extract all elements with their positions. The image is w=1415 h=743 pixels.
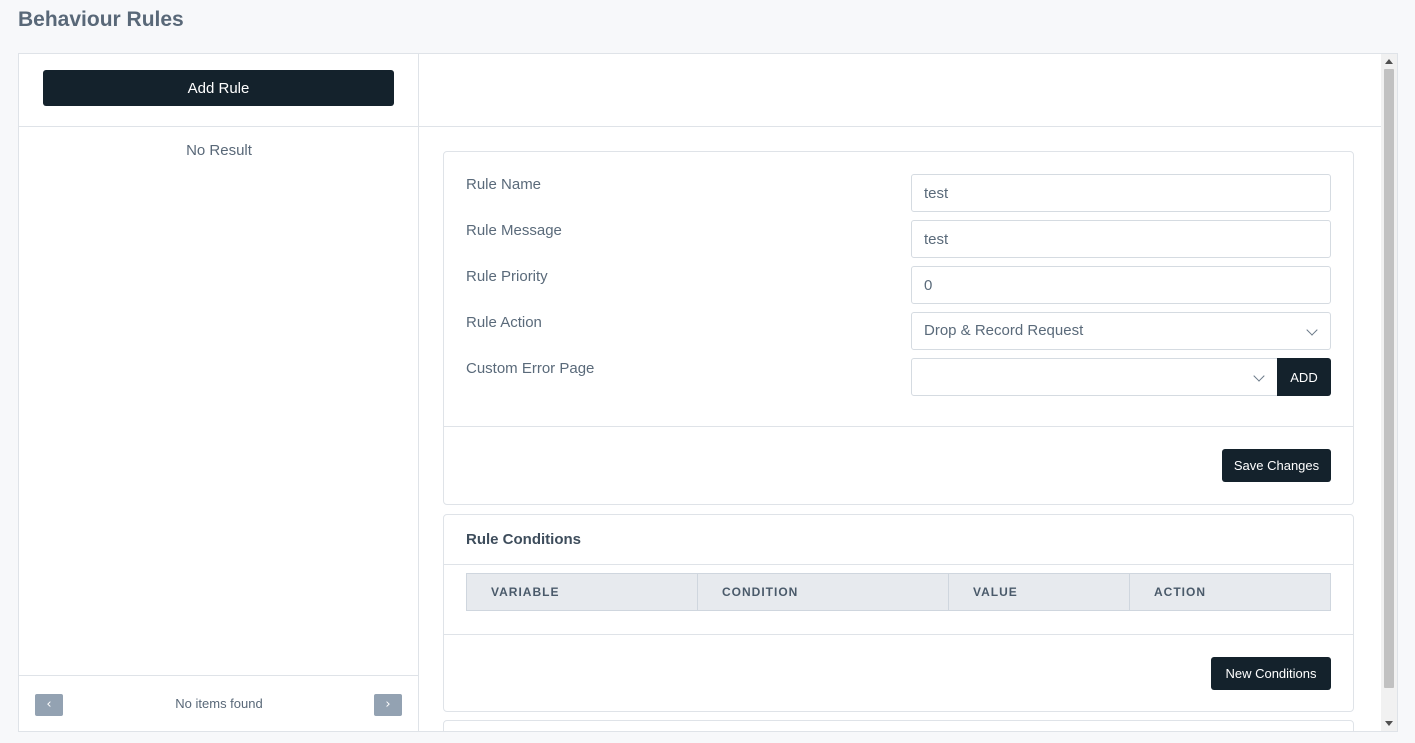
column-header-condition: CONDITION <box>698 574 949 610</box>
detail-header <box>419 54 1383 127</box>
rule-priority-input[interactable] <box>911 266 1331 304</box>
rule-message-label: Rule Message <box>466 222 562 239</box>
rule-priority-label: Rule Priority <box>466 268 548 285</box>
rule-list-header: Add Rule <box>19 54 418 127</box>
conditions-footer-divider <box>444 634 1353 635</box>
rule-form-card: Rule Name Rule Message Rule Priority Rul… <box>443 151 1354 505</box>
pager-status: No items found <box>175 696 263 711</box>
scroll-up-icon[interactable] <box>1385 59 1393 64</box>
rules-container: Add Rule No Result ‹ No items found › Ru… <box>18 53 1398 732</box>
scroll-down-icon[interactable] <box>1385 721 1393 726</box>
chevron-down-icon <box>1306 324 1318 336</box>
rule-conditions-card: Rule Conditions VARIABLE CONDITION VALUE… <box>443 514 1354 712</box>
rule-message-row: Rule Message <box>466 220 1332 258</box>
custom-error-page-label: Custom Error Page <box>466 360 595 377</box>
pagination: ‹ No items found › <box>19 675 419 731</box>
rule-name-label: Rule Name <box>466 176 542 193</box>
new-conditions-button[interactable]: New Conditions <box>1211 657 1331 690</box>
rule-action-value: Drop & Record Request <box>924 322 1084 339</box>
chevron-right-icon: › <box>385 697 391 712</box>
rule-detail-panel: Rule Name Rule Message Rule Priority Rul… <box>419 54 1383 731</box>
scroll-thumb[interactable] <box>1384 69 1394 688</box>
rule-action-select[interactable]: Drop & Record Request <box>911 312 1331 350</box>
rule-priority-row: Rule Priority <box>466 266 1332 304</box>
add-rule-button[interactable]: Add Rule <box>43 70 394 106</box>
rule-name-input[interactable] <box>911 174 1331 212</box>
rule-name-row: Rule Name <box>466 174 1332 212</box>
rule-action-label: Rule Action <box>466 314 542 331</box>
conditions-table-header: VARIABLE CONDITION VALUE ACTION <box>466 573 1331 611</box>
save-changes-button[interactable]: Save Changes <box>1222 449 1331 482</box>
rule-conditions-title: Rule Conditions <box>466 531 581 548</box>
rule-action-row: Rule Action Drop & Record Request <box>466 312 1332 350</box>
custom-error-page-row: Custom Error Page ADD <box>466 358 1332 396</box>
chevron-down-icon <box>1253 370 1265 382</box>
vertical-scrollbar[interactable] <box>1381 54 1397 731</box>
conditions-divider <box>444 564 1353 565</box>
page-title: Behaviour Rules <box>18 8 184 31</box>
rule-message-input[interactable] <box>911 220 1331 258</box>
column-header-variable: VARIABLE <box>467 574 698 610</box>
next-card <box>443 720 1354 731</box>
form-divider <box>444 426 1353 427</box>
pager-next-button[interactable]: › <box>374 694 402 716</box>
column-header-value: VALUE <box>949 574 1130 610</box>
custom-error-page-select[interactable] <box>911 358 1278 396</box>
add-error-page-button[interactable]: ADD <box>1277 358 1331 396</box>
column-header-action: ACTION <box>1154 585 1206 599</box>
rule-list-panel: Add Rule No Result ‹ No items found › <box>19 54 419 731</box>
empty-list-text: No Result <box>186 142 252 159</box>
